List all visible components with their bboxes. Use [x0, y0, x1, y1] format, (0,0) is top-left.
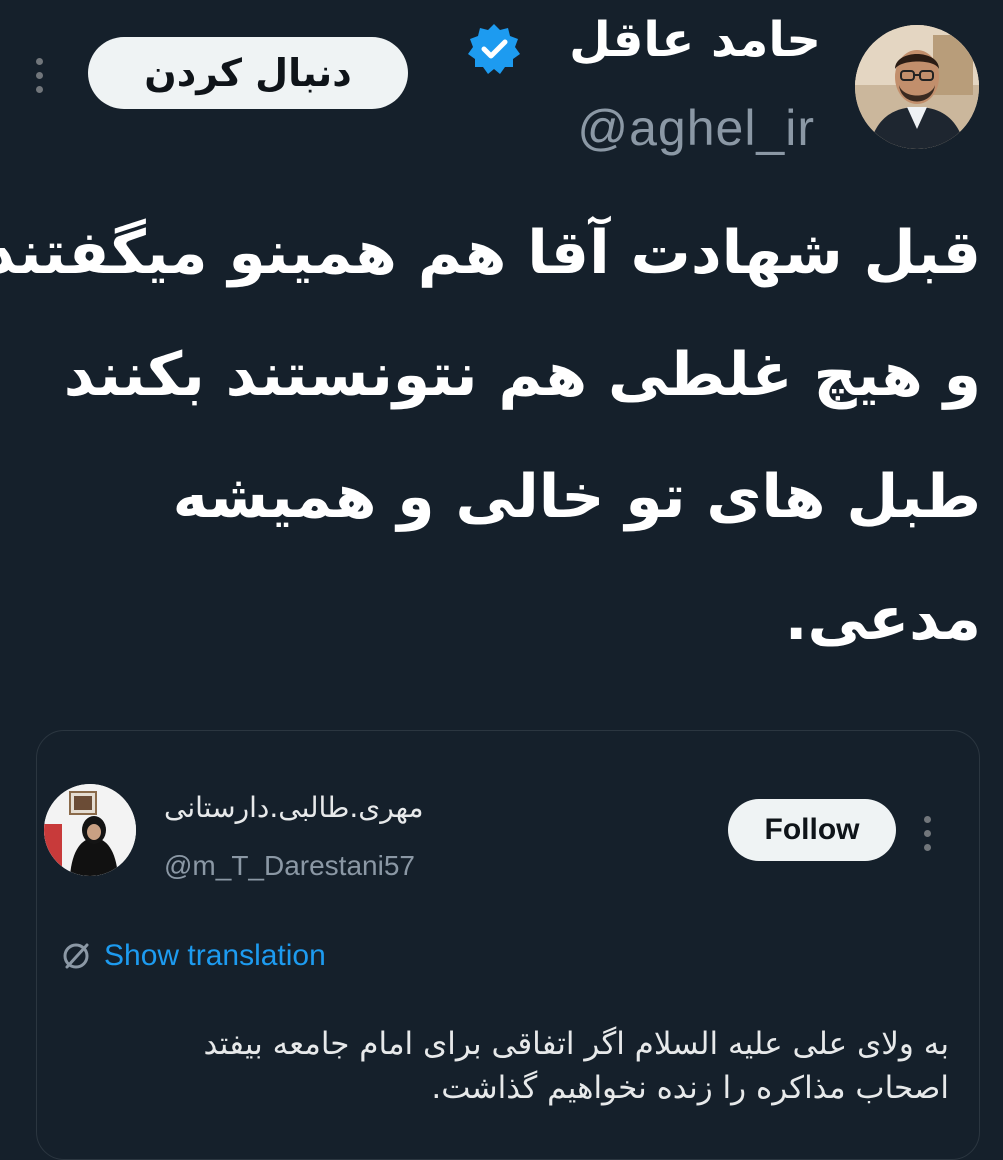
quoted-handle[interactable]: @m_T_Darestani57: [164, 848, 415, 884]
author-avatar-image: [855, 25, 979, 149]
tweet-text-line: قبل شهادت آقا هم همینو میگفتند: [0, 218, 981, 288]
show-translation-link[interactable]: Show translation: [60, 936, 326, 976]
quoted-text-line: به ولای علی علیه السلام اگر اتفاقی برای …: [203, 1026, 949, 1062]
quoted-tweet-text: به ولای علی علیه السلام اگر اتفاقی برای …: [70, 1022, 949, 1110]
quoted-display-name[interactable]: مهری.طالبی.دارستانی: [164, 790, 424, 826]
author-handle[interactable]: @aghel_ir: [577, 98, 815, 158]
quoted-text-line: اصحاب مذاکره را زنده نخواهیم گذاشت.: [431, 1070, 949, 1106]
translate-icon: [63, 943, 89, 969]
quoted-follow-button[interactable]: Follow: [728, 799, 896, 861]
author-avatar[interactable]: [855, 25, 979, 149]
tweet-text-line: مدعی.: [784, 584, 981, 654]
tweet-text-line: طبل های تو خالی و همیشه: [172, 462, 981, 532]
quoted-avatar-image: [44, 784, 136, 876]
follow-button[interactable]: دنبال کردن: [88, 37, 408, 109]
quoted-author-avatar[interactable]: [44, 784, 136, 876]
more-options-icon[interactable]: [34, 58, 44, 93]
show-translation-label[interactable]: Show translation: [104, 936, 326, 976]
tweet-text-line: و هیچ غلطی هم نتونستند بکنند: [63, 340, 981, 410]
quoted-more-options-icon[interactable]: [922, 816, 932, 851]
tweet-text: قبل شهادت آقا هم همینو میگفتند و هیچ غلط…: [0, 192, 981, 680]
verified-badge-icon: [467, 22, 521, 76]
author-display-name[interactable]: حامد عاقل: [569, 10, 821, 70]
